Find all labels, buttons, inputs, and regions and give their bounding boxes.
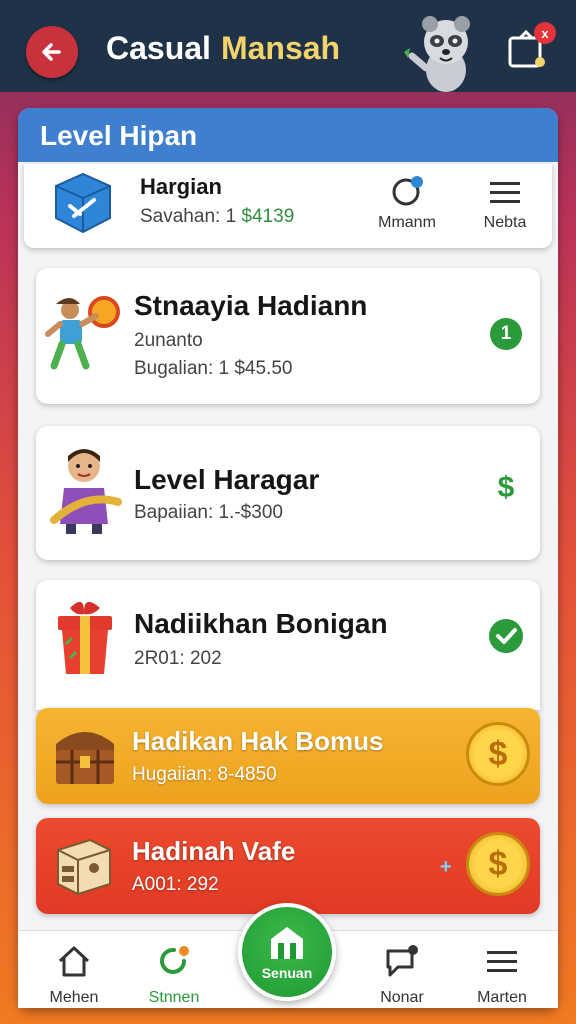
nav-refresh-label: Stnnen [148, 989, 200, 1006]
value-card[interactable]: Hadinah Vafe A001: 292 + $ [36, 818, 540, 914]
sparkle-icon: + [440, 856, 452, 878]
nav-store-label: Senuan [261, 965, 313, 981]
reward-card-1-tag: 2unanto [134, 330, 203, 351]
treasure-chest-icon [56, 732, 114, 784]
summary-action-2[interactable]: Nebta [470, 172, 540, 242]
coin-icon: $ [466, 722, 530, 786]
nav-chat[interactable]: Nonar [352, 937, 452, 1007]
raccoon-mascot-icon [404, 16, 470, 92]
reward-card-1-title: Stnaayia Hadiann [134, 290, 368, 321]
app-title-part1: Casual [106, 30, 211, 66]
summary-title: Hargian [140, 174, 222, 199]
dollar-icon: $ [497, 471, 515, 504]
menu-icon [487, 951, 517, 972]
dancing-character-icon [45, 296, 120, 370]
reward-card-3-title: Nadiikhan Bonigan [134, 608, 388, 639]
gift-box-icon [58, 601, 112, 674]
summary-sub-label: Savahan: 1 [140, 206, 237, 227]
nav-refresh[interactable]: Stnnen [124, 937, 224, 1007]
arrow-left-icon [42, 43, 61, 61]
reward-card-2-subtitle: Bapaiian: 1.-$300 [134, 502, 283, 523]
store-icon [271, 927, 303, 959]
reward-card-2-title: Level Haragar [134, 464, 320, 495]
home-icon [58, 946, 90, 977]
reward-card-2[interactable]: Level Haragar Bapaiian: 1.-$300 $ [36, 426, 540, 560]
notification-badge: x [534, 22, 556, 44]
chat-icon [386, 945, 418, 977]
notification-button[interactable]: x [504, 22, 556, 74]
nav-home[interactable]: Mehen [24, 937, 124, 1007]
refresh-icon [160, 946, 189, 974]
value-card-subtitle: A001: 292 [132, 874, 219, 895]
level-panel: Level Hipan Hargian Savahan: 1 $4139 Mma… [18, 108, 558, 1008]
refresh-icon [392, 176, 423, 206]
summary-action-2-label: Nebta [483, 214, 527, 231]
reward-card-3[interactable]: Nadiikhan Bonigan 2R01: 202 [36, 580, 540, 710]
cube-icon [55, 172, 111, 234]
bottom-navigation: Mehen Stnnen Senuan Nonar Marten [18, 903, 558, 1008]
nav-home-label: Mehen [49, 989, 99, 1006]
summary-action-1-label: Mmanm [378, 214, 436, 231]
summary-price: $4139 [241, 206, 295, 227]
safe-box-icon [57, 838, 111, 896]
summary-card[interactable]: Hargian Savahan: 1 $4139 Mmanm Nebta [24, 164, 552, 248]
summary-action-1[interactable]: Mmanm [372, 172, 442, 242]
nav-menu-label: Marten [477, 989, 527, 1006]
top-bar: Casual Mansah x [0, 0, 576, 92]
boy-character-icon [50, 449, 122, 534]
coin-icon: $ [466, 832, 530, 896]
reward-card-3-subtitle: 2R01: 202 [134, 648, 222, 669]
nav-store-button[interactable]: Senuan [238, 903, 336, 1001]
bonus-card-subtitle: Hugaiian: 8-4850 [132, 764, 277, 785]
reward-card-1[interactable]: Stnaayia Hadiann 2unanto Bugalian: 1 $45… [36, 268, 540, 404]
check-icon [489, 619, 523, 653]
panel-header: Level Hipan [18, 108, 558, 162]
value-card-title: Hadinah Vafe [132, 836, 296, 866]
app-title-part2: Mansah [220, 30, 341, 66]
number-one-badge: 1 [490, 318, 522, 350]
bonus-card[interactable]: Hadikan Hak Bomus Hugaiian: 8-4850 $ [36, 708, 540, 804]
reward-card-1-subtitle: Bugalian: 1 $45.50 [134, 358, 293, 379]
menu-icon [490, 182, 520, 203]
bonus-card-title: Hadikan Hak Bomus [132, 726, 384, 756]
nav-chat-label: Nonar [380, 989, 424, 1006]
back-button[interactable] [26, 26, 78, 78]
summary-subtitle: Savahan: 1 $4139 [140, 206, 294, 228]
nav-menu[interactable]: Marten [452, 937, 552, 1007]
app-title: Casual Mansah [106, 30, 340, 67]
